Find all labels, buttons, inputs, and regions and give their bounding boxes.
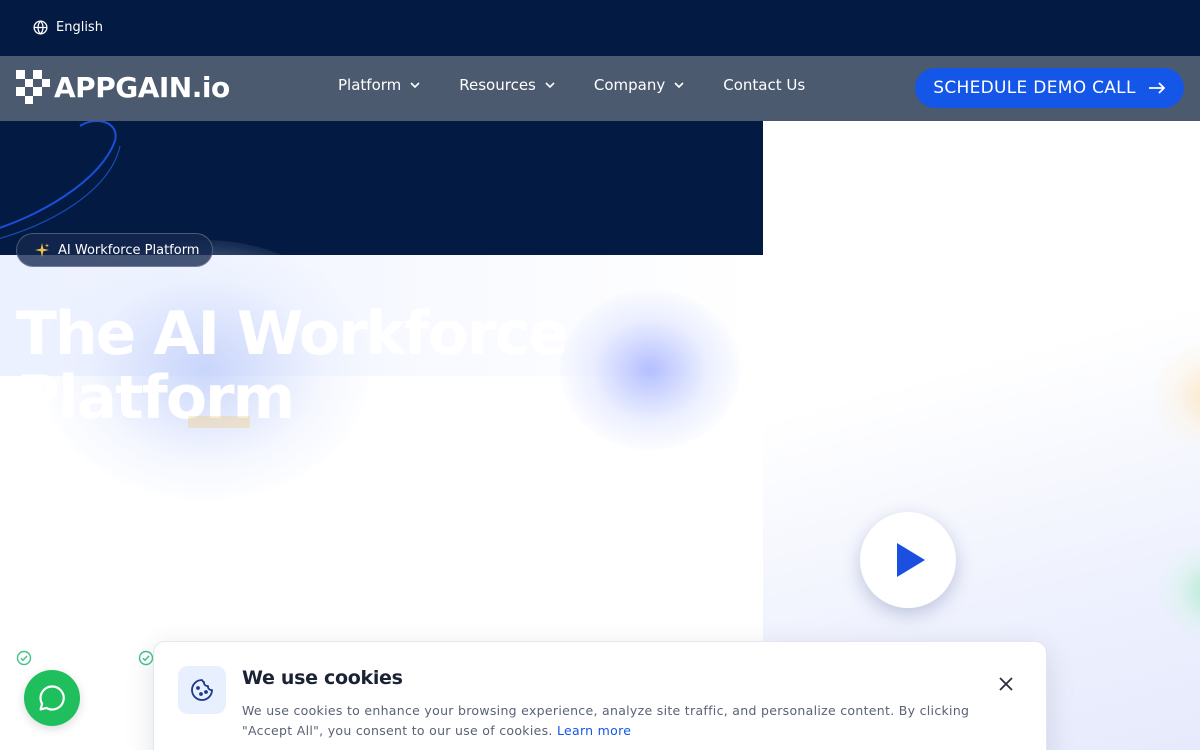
globe-icon [33,20,48,35]
cookie-icon-box [178,666,226,714]
whatsapp-icon [39,685,65,711]
arrow-right-icon [1148,82,1166,94]
logo-text: APPGAIN.io [54,70,230,104]
cookie-title: We use cookies [242,667,403,689]
nav-item-company[interactable]: Company [594,76,685,94]
play-icon [897,543,925,577]
hero-subtitle: Deploy, Manage, Automate Your AI Workfor… [55,527,367,587]
whatsapp-chat-button[interactable] [24,670,80,726]
cookie-icon [191,679,213,701]
cookie-description: We use cookies to enhance your browsing … [242,701,982,741]
appgain-logo[interactable]: APPGAIN.io [16,70,230,104]
nav-item-platform[interactable]: Platform [338,76,421,94]
hero-badge-label: AI Workforce Platform [58,242,200,258]
nav-item-contact-us[interactable]: Contact Us [723,76,805,94]
cookie-banner: We use cookies We use cookies to enhance… [153,641,1047,750]
decorative-blob-orange [1153,341,1200,451]
logo-mark-icon [16,70,50,104]
language-selector[interactable]: English [32,19,103,36]
nav-label: Platform [338,76,402,94]
top-utility-bar: English [0,0,1200,56]
close-icon[interactable] [996,674,1016,694]
hero-subtitle-line-1: Deploy, Manage, Automate Your AI [55,532,367,552]
chevron-down-icon [410,82,420,89]
hero-subtitle-line-2: Workforce at Scale [55,562,224,582]
title-highlight-underline [188,416,250,428]
main-navbar: APPGAIN.io Platform Resources Company Co… [0,56,1200,121]
hero-title-line-1: The AI Workforce [16,299,569,369]
hero-glow-center [560,290,740,450]
primary-nav: Platform Resources Company Contact Us [338,76,843,94]
chevron-down-icon [674,82,684,89]
check-circle-icon [138,650,154,666]
language-label: English [56,20,103,35]
hero-title: The AI Workforce Platform [16,302,576,430]
decorative-blob-green [1158,541,1200,641]
chevron-down-icon [545,82,555,89]
schedule-demo-label: SCHEDULE DEMO CALL [933,78,1136,98]
schedule-demo-button[interactable]: SCHEDULE DEMO CALL [915,68,1184,108]
play-video-button[interactable] [860,512,956,608]
nav-label: Resources [459,76,536,94]
nav-label: Company [593,76,666,94]
nav-item-resources[interactable]: Resources [459,76,556,94]
sparkle-icon [35,243,49,257]
cookie-learn-more-link[interactable]: Learn more [557,723,631,738]
hero-title-line-2: Platform [16,363,295,433]
check-circle-icon [16,650,32,666]
hero-badge: AI Workforce Platform [16,233,213,267]
nav-label: Contact Us [723,76,806,94]
